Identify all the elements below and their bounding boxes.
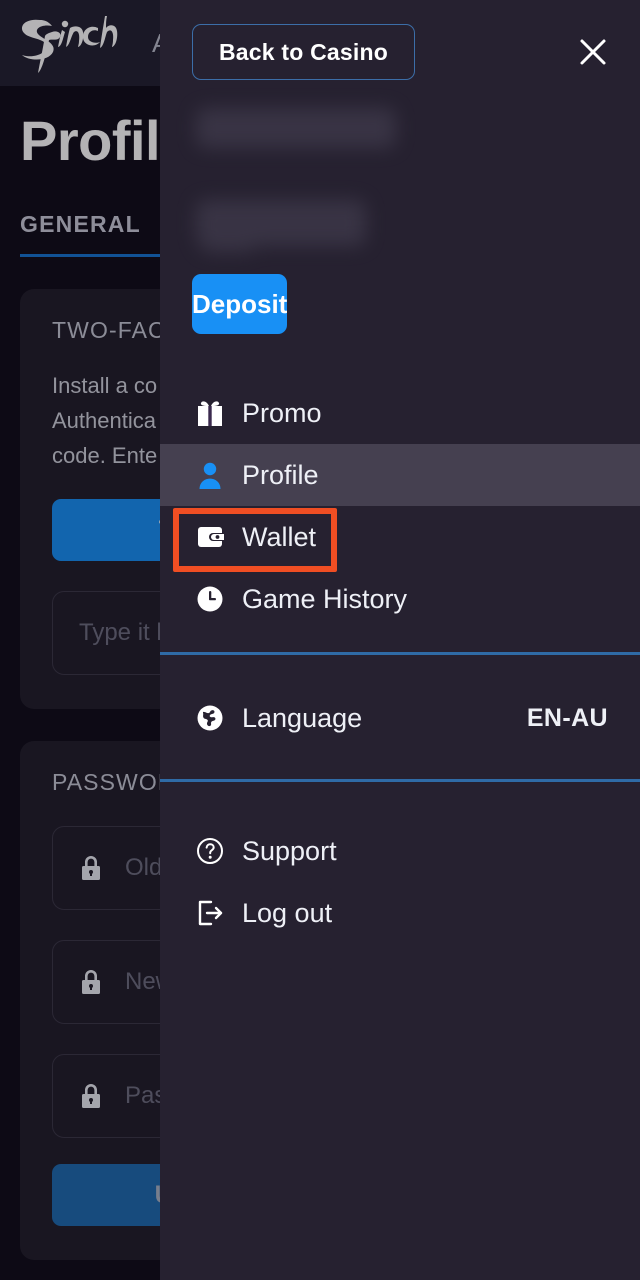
menu-item-label: Support: [242, 835, 337, 866]
user-icon: [192, 457, 228, 493]
menu-item-profile[interactable]: Profile: [160, 444, 640, 506]
menu-item-log-out[interactable]: Log out: [160, 882, 640, 944]
account-drawer: Back to Casino Deposit Promo Profile Wal…: [160, 0, 640, 1280]
two-factor-code-placeholder: Type it h: [79, 619, 170, 646]
spinch-logo[interactable]: [10, 10, 130, 76]
menu-item-game-history[interactable]: Game History: [160, 568, 640, 630]
gift-icon: [192, 395, 228, 431]
account-summary-obscured: [160, 104, 640, 274]
back-to-casino-button[interactable]: Back to Casino: [192, 24, 415, 80]
avatar: [200, 208, 256, 252]
drawer-header: Back to Casino: [160, 0, 640, 104]
language-value: EN-AU: [526, 703, 608, 732]
clock-icon: [192, 581, 228, 617]
tab-general[interactable]: GENERAL: [20, 211, 141, 254]
globe-icon: [192, 700, 228, 736]
drawer-menu-primary: Promo Profile Wallet Game History: [160, 382, 640, 630]
lock-icon: [79, 968, 103, 996]
menu-item-label: Game History: [242, 583, 408, 614]
lock-icon: [79, 1082, 103, 1110]
logout-icon: [192, 895, 228, 931]
lock-icon: [79, 854, 103, 882]
menu-item-language[interactable]: Language EN-AU: [160, 687, 640, 749]
question-icon: [192, 833, 228, 869]
menu-item-support[interactable]: Support: [160, 820, 640, 882]
menu-item-label: Profile: [242, 459, 319, 490]
wallet-icon: [192, 519, 228, 555]
menu-item-label: Log out: [242, 897, 333, 928]
menu-item-wallet[interactable]: Wallet: [160, 506, 640, 568]
menu-item-label: Wallet: [242, 521, 317, 552]
drawer-menu-secondary: Support Log out: [160, 820, 640, 944]
screen-root: Ac Profile GENERAL TWO-FACT Install a co…: [0, 0, 640, 1280]
deposit-button[interactable]: Deposit: [192, 274, 288, 334]
menu-item-label: Promo: [242, 397, 322, 428]
account-name-placeholder: [196, 108, 396, 148]
old-password-placeholder: Old: [125, 854, 163, 881]
menu-item-promo[interactable]: Promo: [160, 382, 640, 444]
close-icon[interactable]: [570, 29, 616, 75]
menu-item-label: Language: [242, 702, 363, 733]
